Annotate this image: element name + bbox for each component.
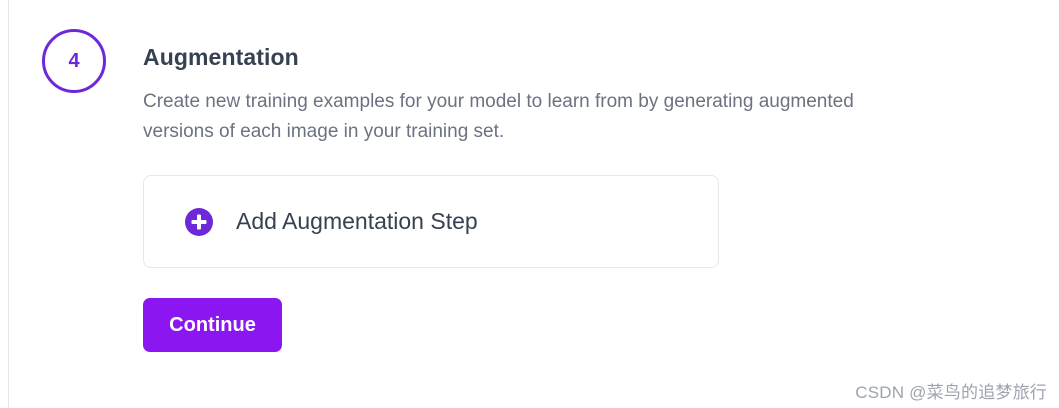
- section-title: Augmentation: [143, 44, 299, 70]
- plus-circle-icon: [184, 207, 214, 237]
- step-number-badge: 4: [42, 29, 106, 93]
- section-description: Create new training examples for your mo…: [143, 91, 854, 142]
- step-number: 4: [68, 49, 80, 72]
- augmentation-step-page: 4 Augmentation Create new training examp…: [0, 0, 1059, 408]
- watermark-text: CSDN @菜鸟的追梦旅行: [855, 383, 1047, 402]
- left-divider: [8, 0, 9, 408]
- add-augmentation-step-button[interactable]: Add Augmentation Step: [143, 175, 719, 268]
- continue-button[interactable]: Continue: [143, 298, 282, 352]
- add-augmentation-step-label: Add Augmentation Step: [236, 208, 478, 234]
